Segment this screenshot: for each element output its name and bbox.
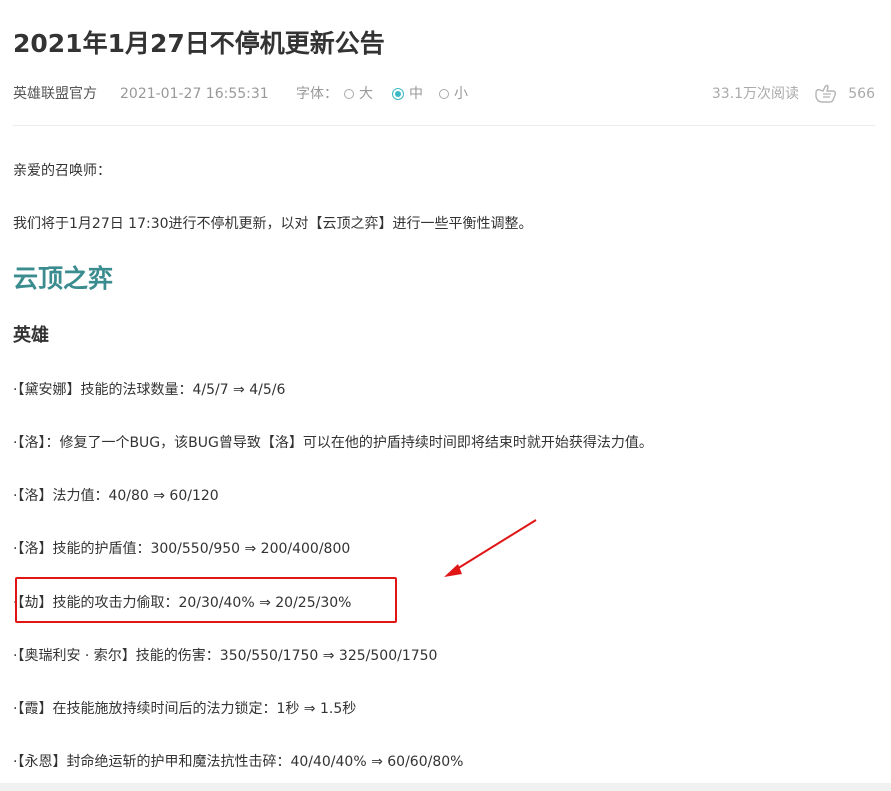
font-size-medium-label: 中 [409,86,423,102]
font-size-large-option[interactable]: 大 [344,83,373,105]
intro-text: 我们将于1月27日 17:30进行不停机更新，以对【云顶之弈】进行一些平衡性调整… [13,216,533,232]
like-count: 566 [848,86,875,102]
section-heading: 英雄 [13,325,49,346]
greeting-text: 亲爱的召唤师： [13,163,111,179]
font-size-small-label: 小 [454,86,468,102]
divider [13,125,875,126]
article-meta: 英雄联盟官方 2021-01-27 16:55:31 字体： 大 中 小 33.… [13,83,875,105]
game-heading: 云顶之弈 [13,264,114,293]
change-item: ·【洛】技能的护盾值：300/550/950 ⇒ 200/400/800 [13,541,351,557]
change-item: ·【永恩】封命绝运斩的护甲和魔法抗性击碎：40/40/40% ⇒ 60/60/8… [13,754,464,770]
font-size-large-label: 大 [359,86,373,102]
change-item: ·【奥瑞利安 · 索尔】技能的伤害：350/550/1750 ⇒ 325/500… [13,648,438,664]
like-hand-icon[interactable] [814,84,838,104]
change-item: ·【洛】法力值：40/80 ⇒ 60/120 [13,488,219,504]
change-item: ·【黛安娜】技能的法球数量：4/5/7 ⇒ 4/5/6 [13,382,286,398]
view-count: 33.1万次阅读 [711,86,799,102]
highlight-box-annotation [15,577,397,623]
article-title: 2021年1月27日不停机更新公告 [13,29,385,58]
change-item: ·【霞】在技能施放持续时间后的法力锁定：1秒 ⇒ 1.5秒 [13,701,357,717]
change-item: ·【洛】：修复了一个BUG，该BUG曾导致【洛】可以在他的护盾持续时间即将结束时… [13,435,653,451]
radio-icon [439,89,449,99]
font-size-small-option[interactable]: 小 [439,83,468,105]
font-size-medium-option[interactable]: 中 [392,83,423,105]
radio-selected-icon [392,88,404,100]
radio-icon [344,89,354,99]
red-arrow-annotation [444,519,537,577]
author-link[interactable]: 英雄联盟官方 [13,83,97,105]
publish-date: 2021-01-27 16:55:31 [120,86,269,102]
font-size-label: 字体： [296,86,338,102]
bottom-scroll-area [0,783,891,791]
